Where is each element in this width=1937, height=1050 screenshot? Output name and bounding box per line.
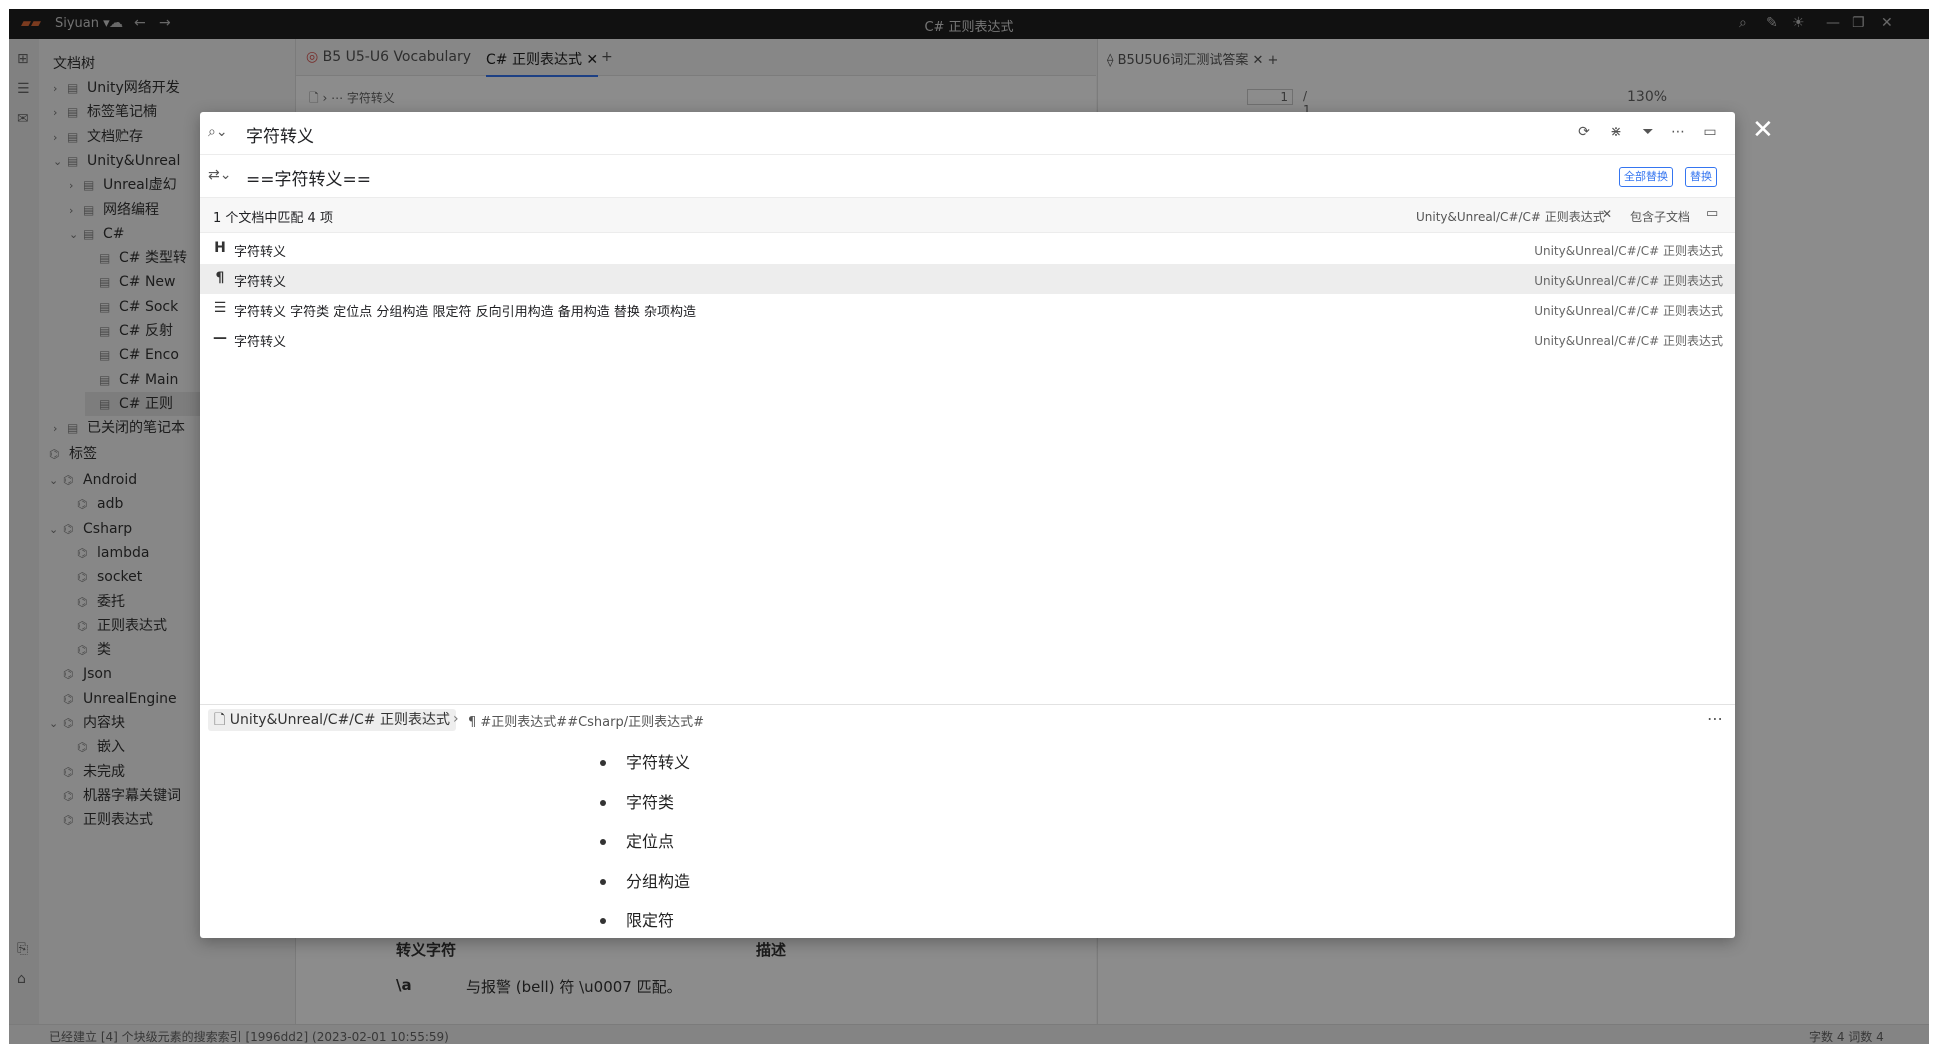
result-list: H 字符转义 Unity&Unreal/C#/C# 正则表达式 ¶ 字符转义 Unity&… xyxy=(200,233,1735,703)
search-result-row[interactable]: H 字符转义 Unity&Unreal/C#/C# 正则表达式 xyxy=(200,234,1735,264)
preview-item-text: 字符类 xyxy=(626,792,675,812)
list-icon: ☰ xyxy=(213,300,227,316)
result-path: Unity&Unreal/C#/C# 正则表达式 xyxy=(1534,334,1723,348)
more-icon[interactable]: ⋯ xyxy=(1668,124,1688,140)
search-input[interactable] xyxy=(244,121,1348,147)
search-result-row[interactable]: — 字符转义 Unity&Unreal/C#/C# 正则表达式 xyxy=(200,324,1735,354)
replace-row: ⇄⌄ 全部替换 替换 xyxy=(200,155,1735,198)
replace-input[interactable] xyxy=(244,164,1348,190)
result-text: 字符转义 xyxy=(234,245,287,260)
close-search-icon[interactable]: ✕ xyxy=(1752,117,1774,143)
preview-doc-label: Unity&Unreal/C#/C# 正则表达式 xyxy=(229,712,450,728)
chevron-right-icon: › xyxy=(453,711,459,727)
preview-content: 字符转义字符类定位点分组构造限定符反向引用构造备用构造替换 xyxy=(200,737,1735,938)
bullet-icon xyxy=(600,918,606,925)
search-icon[interactable]: ⌕⌄ xyxy=(208,124,228,140)
match-summary: 1 个文档中匹配 4 项 xyxy=(213,211,333,226)
result-summary-bar: 1 个文档中匹配 4 项 Unity&Unreal/C#/C# 正则表达式 ✕ … xyxy=(200,198,1735,233)
pin-icon[interactable]: ⋇ xyxy=(1606,124,1626,140)
search-result-row[interactable]: ¶ 字符转义 Unity&Unreal/C#/C# 正则表达式 xyxy=(200,264,1735,294)
replace-icon[interactable]: ⇄⌄ xyxy=(208,167,231,183)
scope-path: Unity&Unreal/C#/C# 正则表达式 xyxy=(1416,210,1605,224)
include-children-toggle[interactable]: 包含子文档 xyxy=(1630,208,1690,225)
bullet-icon xyxy=(600,839,606,846)
result-path: Unity&Unreal/C#/C# 正则表达式 xyxy=(1534,304,1723,318)
preview-item-text: 分组构造 xyxy=(626,871,691,891)
bullet-icon xyxy=(600,760,606,766)
result-text: 字符转义 字符类 定位点 分组构造 限定符 反向引用构造 备用构造 替换 杂项构… xyxy=(234,305,697,320)
search-dialog: ⌕⌄ ⟳ ⋇ ⏷ ⋯ ▭ ⇄⌄ 全部替换 替换 1 个文档中匹配 4 项 Uni… xyxy=(200,112,1735,938)
list-item-icon: — xyxy=(213,330,227,346)
paragraph-icon: ¶ xyxy=(215,270,225,286)
preview-breadcrumb: 🗋 Unity&Unreal/C#/C# 正则表达式 › ¶ #正则表达式##C… xyxy=(200,704,1735,737)
folder-icon[interactable]: ▭ xyxy=(1706,206,1718,221)
result-path: Unity&Unreal/C#/C# 正则表达式 xyxy=(1534,244,1723,258)
preview-item-text: 定位点 xyxy=(626,832,675,852)
result-path: Unity&Unreal/C#/C# 正则表达式 xyxy=(1534,274,1723,288)
preview-item-text: 字符转义 xyxy=(626,753,691,772)
preview-more-icon[interactable]: ⋯ xyxy=(1707,709,1723,728)
preview-item-text: 限定符 xyxy=(626,911,675,931)
bullet-icon xyxy=(600,878,606,885)
layout-icon[interactable]: ▭ xyxy=(1700,124,1720,140)
clear-scope-icon[interactable]: ✕ xyxy=(1602,207,1612,221)
result-text: 字符转义 xyxy=(234,335,287,350)
search-result-row[interactable]: ☰ 字符转义 字符类 定位点 分组构造 限定符 反向引用构造 备用构造 替换 杂项… xyxy=(200,294,1735,324)
replace-all-button[interactable]: 全部替换 xyxy=(1619,167,1673,187)
preview-anchor[interactable]: ¶ #正则表达式##Csharp/正则表达式# xyxy=(468,711,704,730)
heading-icon: H xyxy=(214,240,226,256)
result-text: 字符转义 xyxy=(234,275,287,290)
preview-doc-path[interactable]: 🗋 Unity&Unreal/C#/C# 正则表达式 xyxy=(208,709,456,731)
search-row: ⌕⌄ ⟳ ⋇ ⏷ ⋯ ▭ xyxy=(200,112,1735,155)
refresh-icon[interactable]: ⟳ xyxy=(1574,124,1594,140)
bullet-icon xyxy=(600,799,606,806)
filter-icon[interactable]: ⏷ xyxy=(1638,124,1658,140)
replace-button[interactable]: 替换 xyxy=(1685,167,1717,187)
